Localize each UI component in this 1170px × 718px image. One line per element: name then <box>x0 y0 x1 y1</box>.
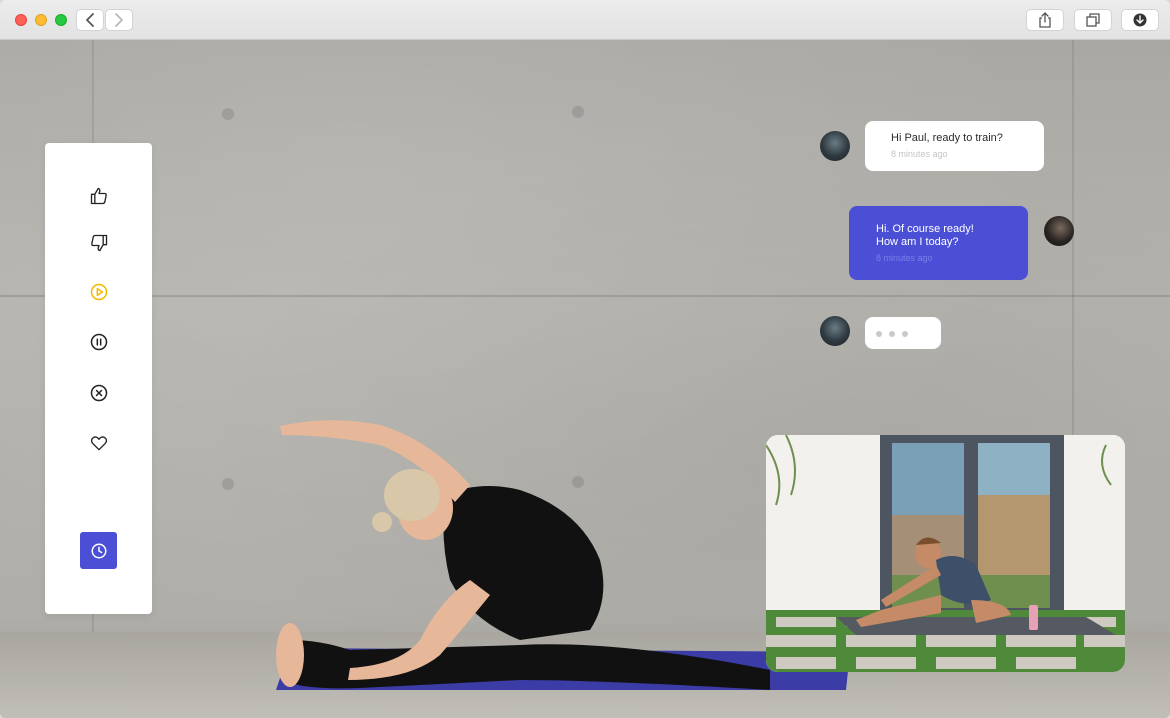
download-icon <box>1133 13 1147 27</box>
play-icon <box>90 283 108 301</box>
browser-window: Hi Paul, ready to train? 8 minutes ago H… <box>0 0 1170 718</box>
heart-icon <box>90 436 108 451</box>
coach-avatar[interactable] <box>820 316 850 346</box>
chevron-left-icon <box>86 13 94 27</box>
thumbs-down-icon <box>91 234 108 252</box>
chevron-right-icon <box>115 13 123 27</box>
message-text: Hi. Of course ready! <box>876 223 974 235</box>
close-window-button[interactable] <box>15 14 27 26</box>
typing-indicator <box>865 317 941 349</box>
message-text: How am I today? <box>876 236 959 248</box>
close-circle-icon <box>90 384 108 402</box>
timer-button[interactable] <box>80 532 117 569</box>
clock-icon <box>91 543 106 558</box>
typing-dot <box>902 331 908 337</box>
stop-button[interactable] <box>81 375 117 411</box>
controls-sidebar <box>45 143 152 614</box>
thumbs-up-icon <box>90 187 107 205</box>
typing-dot <box>889 331 895 337</box>
typing-dot <box>876 331 882 337</box>
tab-overview-button[interactable] <box>1074 9 1112 31</box>
favorite-button[interactable] <box>81 425 117 461</box>
like-button[interactable] <box>81 178 117 214</box>
forward-button[interactable] <box>105 9 133 31</box>
pause-button[interactable] <box>81 324 117 360</box>
message-text: Hi Paul, ready to train? <box>891 132 1003 144</box>
video-frame <box>766 435 1125 672</box>
share-button[interactable] <box>1026 9 1064 31</box>
title-bar <box>0 0 1170 40</box>
chat-message-incoming: Hi Paul, ready to train? 8 minutes ago <box>865 121 1044 171</box>
play-button[interactable] <box>81 274 117 310</box>
downloads-button[interactable] <box>1121 9 1159 31</box>
user-video-feed[interactable] <box>766 435 1125 672</box>
tabs-icon <box>1086 13 1100 27</box>
user-avatar[interactable] <box>1044 216 1074 246</box>
minimize-window-button[interactable] <box>35 14 47 26</box>
coach-avatar[interactable] <box>820 131 850 161</box>
message-timestamp: 8 minutes ago <box>876 253 933 263</box>
dislike-button[interactable] <box>81 225 117 261</box>
zoom-window-button[interactable] <box>55 14 67 26</box>
share-icon <box>1039 12 1051 28</box>
chat-message-outgoing: Hi. Of course ready! How am I today? 8 m… <box>849 206 1028 280</box>
back-button[interactable] <box>76 9 104 31</box>
pause-icon <box>90 333 108 351</box>
message-timestamp: 8 minutes ago <box>891 149 948 159</box>
